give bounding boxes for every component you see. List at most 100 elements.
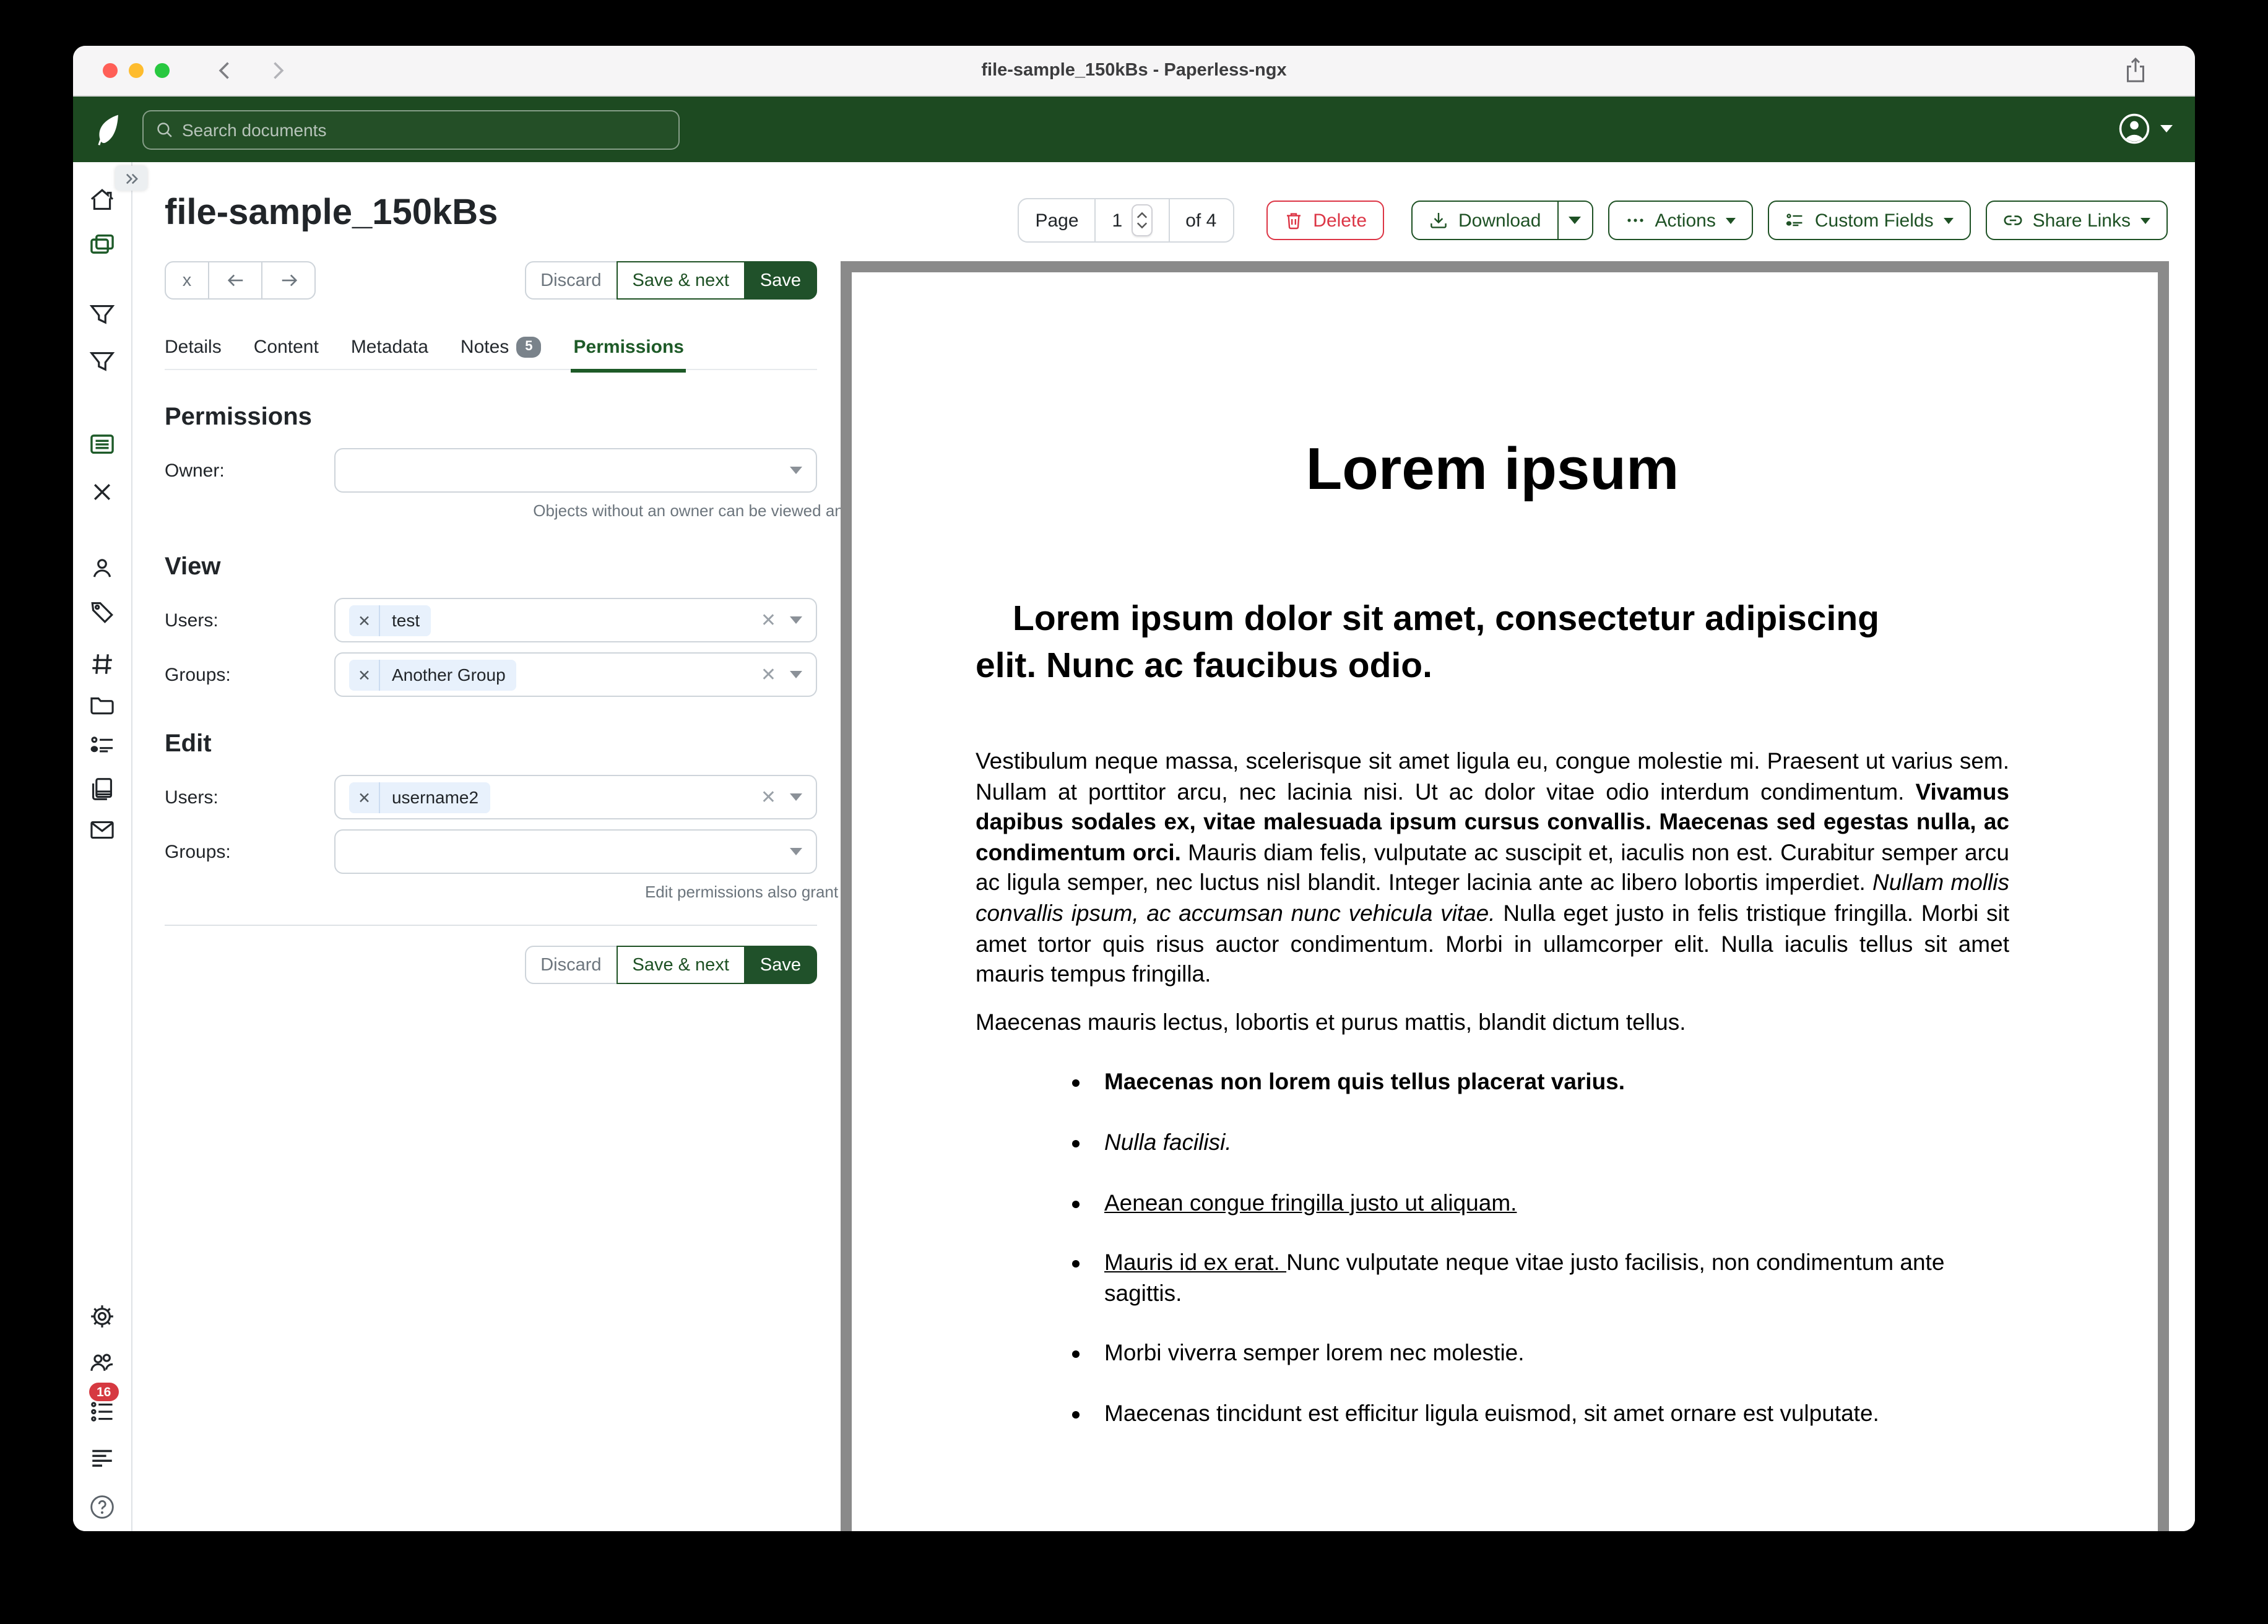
view-users-select[interactable]: ✕ test ✕ — [334, 598, 817, 642]
page-number-input[interactable]: 1 — [1095, 198, 1170, 243]
detail-tabs: Details Content Metadata Notes 5 Permiss… — [165, 337, 817, 370]
sidebar: 16 — [73, 162, 132, 1531]
user-menu[interactable] — [2118, 113, 2173, 145]
sidebar-item-document-types[interactable] — [73, 651, 131, 677]
sidebar-expand-button[interactable] — [115, 166, 147, 191]
document-preview-pane: Page 1 of 4 Delete — [841, 162, 2195, 1531]
tab-notes[interactable]: Notes 5 — [461, 337, 542, 358]
tab-permissions[interactable]: Permissions — [574, 337, 684, 358]
pdf-viewer-frame[interactable]: Lorem ipsum Lorem ipsum dolor sit amet, … — [841, 261, 2169, 1531]
document-toolbar: Page 1 of 4 Delete — [1018, 198, 2168, 243]
discard-button[interactable]: Discard — [524, 946, 617, 984]
edit-groups-select[interactable] — [334, 829, 817, 874]
chevron-down-icon — [1569, 217, 1581, 224]
trash-icon — [1283, 210, 1303, 230]
sidebar-item-users-groups[interactable] — [73, 1350, 131, 1376]
selected-user-chip: ✕ test — [349, 605, 431, 636]
tasks-count-badge: 16 — [89, 1383, 118, 1401]
view-groups-select[interactable]: ✕ Another Group ✕ — [334, 652, 817, 697]
download-options-button[interactable] — [1558, 201, 1593, 240]
sidebar-item-documents[interactable] — [73, 231, 131, 257]
pdf-page: Lorem ipsum Lorem ipsum dolor sit amet, … — [852, 272, 2158, 1531]
sidebar-item-help[interactable] — [73, 1494, 131, 1520]
paperless-logo-icon — [89, 111, 126, 148]
close-document-button[interactable]: x — [165, 261, 209, 300]
sidebar-item-logs[interactable] — [73, 1445, 131, 1471]
sidebar-close-document-icon[interactable] — [73, 479, 131, 505]
next-document-button[interactable] — [261, 261, 316, 300]
clear-select-icon[interactable]: ✕ — [761, 609, 776, 631]
remove-chip-icon[interactable]: ✕ — [349, 611, 379, 629]
pdf-bullet-list: Maecenas non lorem quis tellus placerat … — [976, 1068, 2009, 1429]
owner-select[interactable] — [334, 448, 817, 493]
arrow-right-icon — [279, 271, 298, 290]
minimize-window-button[interactable] — [129, 63, 144, 78]
doc-nav-group: x — [165, 261, 316, 300]
tab-metadata[interactable]: Metadata — [351, 337, 428, 358]
sidebar-item-correspondents[interactable] — [73, 556, 131, 582]
sidebar-item-saved-view-2[interactable] — [73, 349, 131, 375]
remove-chip-icon[interactable]: ✕ — [349, 665, 379, 684]
edit-users-select[interactable]: ✕ username2 ✕ — [334, 775, 817, 819]
browser-back-icon[interactable] — [214, 59, 236, 82]
list-item: Maecenas non lorem quis tellus placerat … — [1094, 1068, 2009, 1098]
chevron-down-icon — [2160, 125, 2173, 132]
chevron-down-icon — [2140, 217, 2150, 223]
page-stepper[interactable] — [1131, 204, 1152, 236]
app-navbar: Search documents — [73, 97, 2195, 162]
three-dots-icon — [1625, 210, 1645, 230]
tab-details[interactable]: Details — [165, 337, 222, 358]
browser-forward-icon[interactable] — [266, 59, 288, 82]
close-window-button[interactable] — [103, 63, 118, 78]
view-heading: View — [165, 553, 817, 582]
discard-button[interactable]: Discard — [524, 261, 617, 300]
save-button[interactable]: Save — [744, 261, 817, 300]
share-icon[interactable] — [2123, 57, 2148, 84]
selected-group-chip: ✕ Another Group — [349, 659, 517, 690]
sidebar-item-settings[interactable] — [73, 1303, 131, 1329]
window-title: file-sample_150kBs - Paperless-ngx — [73, 61, 2195, 80]
delete-button[interactable]: Delete — [1266, 201, 1384, 240]
sidebar-item-dashboard[interactable] — [73, 187, 131, 213]
remove-chip-icon[interactable]: ✕ — [349, 788, 379, 806]
edit-users-label: Users: — [165, 787, 334, 808]
tab-content[interactable]: Content — [254, 337, 319, 358]
page-label: Page — [1018, 198, 1096, 243]
sidebar-item-workflows[interactable] — [73, 776, 131, 802]
sidebar-item-custom-fields[interactable] — [73, 733, 131, 759]
divider — [165, 925, 817, 926]
sidebar-item-mail[interactable] — [73, 817, 131, 843]
sidebar-item-saved-view-1[interactable] — [73, 302, 131, 328]
download-split-button: Download — [1411, 201, 1593, 240]
clear-select-icon[interactable]: ✕ — [761, 663, 776, 686]
custom-fields-button[interactable]: Custom Fields — [1768, 201, 1971, 240]
zoom-window-button[interactable] — [155, 63, 170, 78]
clear-select-icon[interactable]: ✕ — [761, 786, 776, 808]
sidebar-item-tags[interactable] — [73, 599, 131, 625]
sidebar-item-storage-paths[interactable] — [73, 692, 131, 718]
previous-document-button[interactable] — [208, 261, 262, 300]
select-caret-icon — [790, 467, 802, 474]
selected-user-chip: ✕ username2 — [349, 782, 490, 813]
page-navigation: Page 1 of 4 — [1018, 198, 1234, 243]
search-input[interactable]: Search documents — [142, 110, 680, 150]
owner-label: Owner: — [165, 460, 334, 481]
save-next-button[interactable]: Save & next — [617, 261, 745, 300]
download-button[interactable]: Download — [1411, 201, 1558, 240]
user-avatar-icon — [2118, 113, 2150, 145]
page-title: file-sample_150kBs — [165, 192, 817, 234]
save-button[interactable]: Save — [744, 946, 817, 984]
permissions-heading: Permissions — [165, 404, 817, 432]
edit-heading: Edit — [165, 730, 817, 759]
notes-count-badge: 5 — [516, 337, 541, 358]
tab-notes-label: Notes — [461, 337, 509, 358]
actions-button[interactable]: Actions — [1608, 201, 1752, 240]
share-links-button[interactable]: Share Links — [1986, 201, 2168, 240]
list-item: Nulla facilisi. — [1094, 1128, 2009, 1158]
sidebar-item-open-document[interactable] — [73, 431, 131, 457]
pdf-title: Lorem ipsum — [976, 436, 2009, 504]
list-item: Mauris id ex erat. Nunc vulputate neque … — [1094, 1248, 2009, 1308]
search-placeholder: Search documents — [182, 120, 326, 140]
sidebar-item-tasks[interactable]: 16 — [73, 1399, 131, 1425]
save-next-button[interactable]: Save & next — [617, 946, 745, 984]
